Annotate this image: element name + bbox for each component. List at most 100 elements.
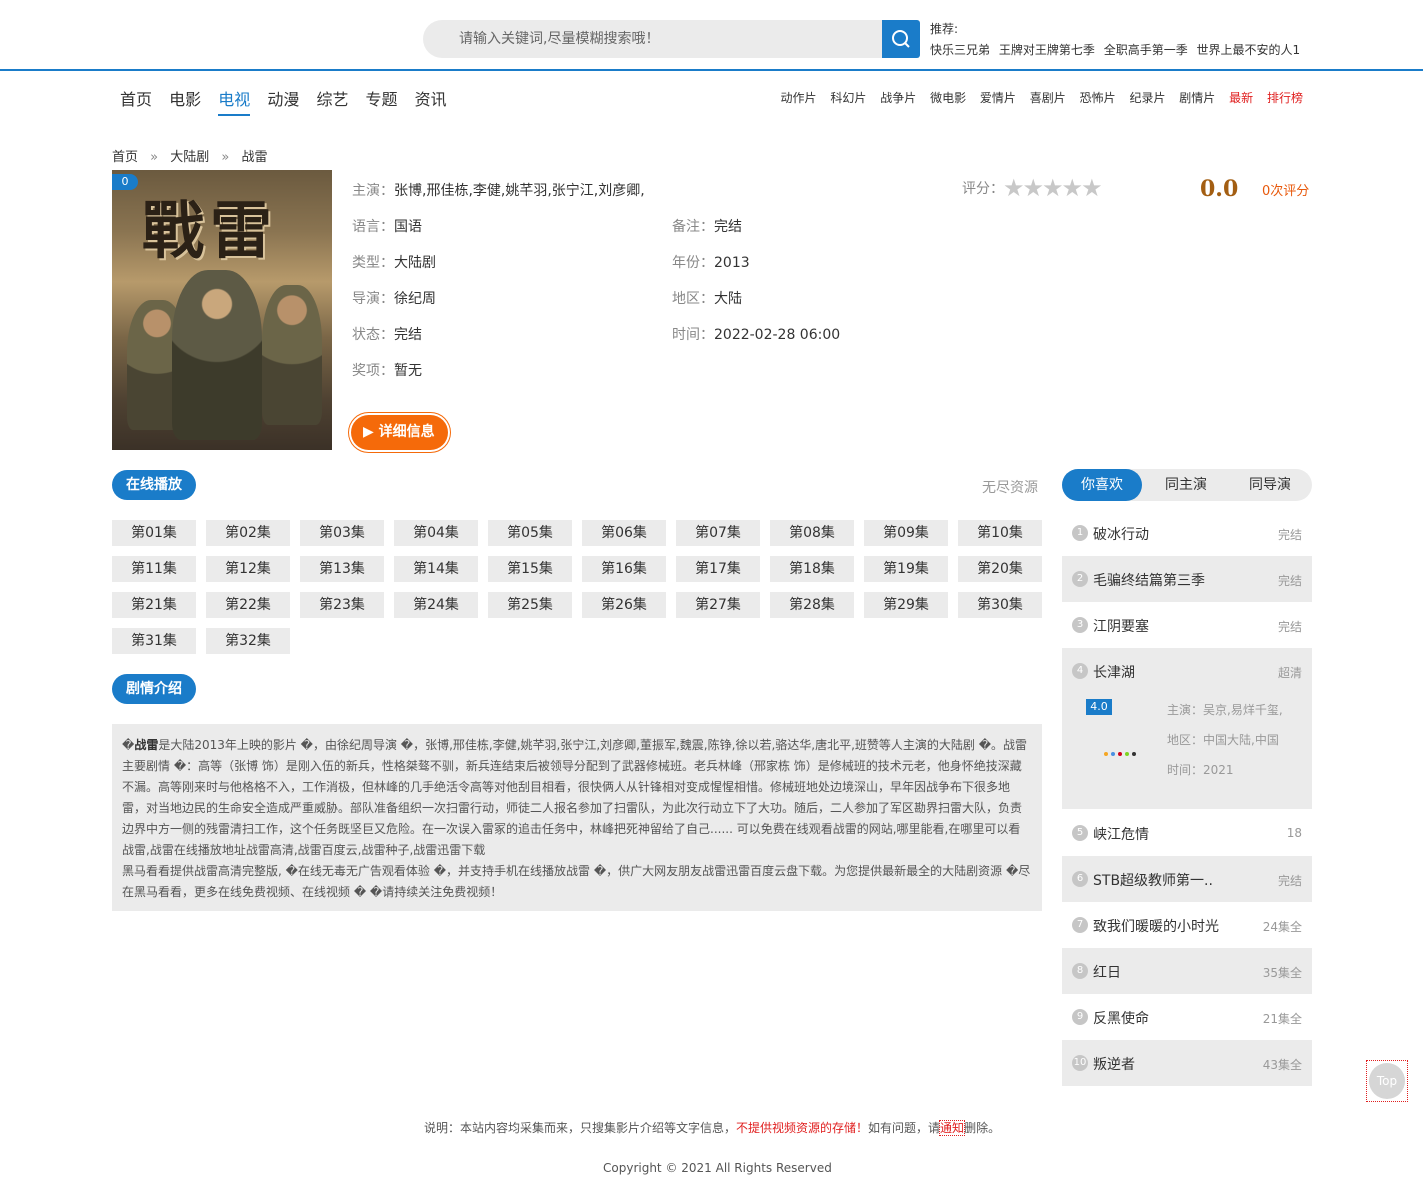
- item-title: 反黑使命: [1093, 1011, 1149, 1027]
- star-icon[interactable]: ★: [1003, 176, 1025, 200]
- star-icon[interactable]: ★: [1062, 176, 1084, 200]
- tab-you-like[interactable]: 你喜欢: [1062, 469, 1142, 501]
- star-icon[interactable]: ★: [1042, 176, 1064, 200]
- info-value: 大陆: [714, 291, 742, 307]
- episode-button[interactable]: 第02集: [206, 520, 290, 546]
- item-status: 18: [1286, 826, 1302, 840]
- star-icon[interactable]: ★: [1023, 176, 1045, 200]
- episode-button[interactable]: 第05集: [488, 520, 572, 546]
- episode-button[interactable]: 第21集: [112, 592, 196, 618]
- episode-button[interactable]: 第28集: [770, 592, 854, 618]
- breadcrumb-separator: »: [150, 150, 159, 165]
- breadcrumb-category[interactable]: 大陆剧: [170, 150, 209, 165]
- sidebar-item[interactable]: 7 致我们暖暖的小时光 24集全: [1062, 902, 1312, 948]
- episode-button[interactable]: 第24集: [394, 592, 478, 618]
- star-icon[interactable]: ★: [1081, 176, 1103, 200]
- rank-number: 2: [1072, 571, 1088, 587]
- featured-area: 地区：中国大陆,中国: [1167, 733, 1279, 747]
- sidebar-item[interactable]: 9 反黑使命 21集全: [1062, 994, 1312, 1040]
- episode-button[interactable]: 第29集: [864, 592, 948, 618]
- recommend-label: 推荐:: [930, 22, 959, 36]
- episode-button[interactable]: 第08集: [770, 520, 854, 546]
- nav-item-movie[interactable]: 电影: [169, 86, 201, 114]
- nav-item-variety[interactable]: 综艺: [316, 86, 348, 114]
- breadcrumb-current[interactable]: 战雷: [242, 150, 268, 165]
- episode-button[interactable]: 第16集: [582, 556, 666, 582]
- sidebar-item[interactable]: 8 红日 35集全: [1062, 948, 1312, 994]
- episode-button[interactable]: 第03集: [300, 520, 384, 546]
- poster-image[interactable]: 戰雷 0: [112, 170, 332, 450]
- episode-button[interactable]: 第15集: [488, 556, 572, 582]
- rank-number: 7: [1072, 917, 1088, 933]
- episode-button[interactable]: 第22集: [206, 592, 290, 618]
- genre-link[interactable]: 纪录片: [1129, 91, 1165, 105]
- sidebar-item[interactable]: 5 峡江危情 18: [1062, 810, 1312, 856]
- copyright: Copyright © 2021 All Rights Reserved: [603, 1161, 832, 1175]
- genre-link[interactable]: 动作片: [781, 91, 817, 105]
- episode-button[interactable]: 第25集: [488, 592, 572, 618]
- genre-link[interactable]: 爱情片: [980, 91, 1016, 105]
- genre-link[interactable]: 喜剧片: [1030, 91, 1066, 105]
- episode-button[interactable]: 第01集: [112, 520, 196, 546]
- genre-link[interactable]: 剧情片: [1179, 91, 1215, 105]
- sidebar-item[interactable]: 10 叛逆者 43集全: [1062, 1040, 1312, 1086]
- episode-button[interactable]: 第10集: [958, 520, 1042, 546]
- episode-button[interactable]: 第23集: [300, 592, 384, 618]
- featured-score-badge: 4.0: [1086, 699, 1112, 715]
- episode-button[interactable]: 第14集: [394, 556, 478, 582]
- sidebar-item[interactable]: 3 江阴要塞 完结: [1062, 602, 1312, 648]
- episode-button[interactable]: 第19集: [864, 556, 948, 582]
- episode-button[interactable]: 第04集: [394, 520, 478, 546]
- episode-button[interactable]: 第27集: [676, 592, 760, 618]
- genre-link[interactable]: 微电影: [930, 91, 966, 105]
- genre-link-latest[interactable]: 最新: [1229, 91, 1253, 105]
- tab-same-director[interactable]: 同导演: [1230, 469, 1310, 501]
- genre-link-ranking[interactable]: 排行榜: [1267, 91, 1303, 105]
- episode-button[interactable]: 第17集: [676, 556, 760, 582]
- nav-item-home[interactable]: 首页: [120, 86, 152, 114]
- detail-info-button[interactable]: ▶ 详细信息: [351, 415, 448, 450]
- genre-link[interactable]: 战争片: [880, 91, 916, 105]
- nav-item-anime[interactable]: 动漫: [267, 86, 299, 114]
- recommend-item[interactable]: 王牌对王牌第七季: [999, 43, 1095, 57]
- episode-button[interactable]: 第07集: [676, 520, 760, 546]
- episode-button[interactable]: 第09集: [864, 520, 948, 546]
- rating-stars[interactable]: ★★★★★: [1003, 176, 1103, 200]
- loading-dots-icon: [1104, 741, 1139, 760]
- genre-link[interactable]: 科幻片: [830, 91, 866, 105]
- recommend-item[interactable]: 世界上最不安的人1: [1197, 43, 1301, 57]
- episode-button[interactable]: 第31集: [112, 628, 196, 654]
- search-input[interactable]: [459, 20, 869, 58]
- rank-number: 10: [1072, 1055, 1088, 1071]
- breadcrumb-separator: »: [221, 150, 230, 165]
- episode-button[interactable]: 第26集: [582, 592, 666, 618]
- notify-link[interactable]: 通知: [939, 1120, 966, 1136]
- episode-button[interactable]: 第13集: [300, 556, 384, 582]
- item-title: 破冰行动: [1093, 527, 1149, 543]
- nav-item-tv[interactable]: 电视: [218, 86, 251, 116]
- sidebar-item[interactable]: 1 破冰行动 完结: [1062, 510, 1312, 556]
- episode-button[interactable]: 第11集: [112, 556, 196, 582]
- episode-button[interactable]: 第30集: [958, 592, 1042, 618]
- episode-button[interactable]: 第20集: [958, 556, 1042, 582]
- recommend-item[interactable]: 全职高手第一季: [1104, 43, 1188, 57]
- episode-button[interactable]: 第12集: [206, 556, 290, 582]
- breadcrumb-home[interactable]: 首页: [112, 150, 138, 165]
- sidebar-item[interactable]: 6 STB超级教师第一.. 完结: [1062, 856, 1312, 902]
- synopsis-lead-title: 战雷: [134, 738, 159, 752]
- nav-item-news[interactable]: 资讯: [415, 86, 447, 114]
- search-button[interactable]: [882, 20, 920, 58]
- episode-button[interactable]: 第18集: [770, 556, 854, 582]
- sidebar-featured-item[interactable]: 4 长津湖 超清 4.0 主演：吴京,易烊千玺, 地区：中国大陆,中国 时间：2…: [1062, 648, 1312, 809]
- episode-button[interactable]: 第32集: [206, 628, 290, 654]
- info-value: 暂无: [394, 363, 422, 379]
- play-source[interactable]: 无尽资源: [982, 477, 1038, 497]
- tab-same-actor[interactable]: 同主演: [1146, 469, 1226, 501]
- info-time: 时间：2022-02-28 06:00: [672, 324, 840, 344]
- back-to-top-button[interactable]: Top: [1366, 1060, 1408, 1102]
- sidebar-item[interactable]: 2 毛骗终结篇第三季 完结: [1062, 556, 1312, 602]
- recommend-item[interactable]: 快乐三兄弟: [930, 43, 990, 57]
- episode-button[interactable]: 第06集: [582, 520, 666, 546]
- nav-item-topic[interactable]: 专题: [366, 86, 398, 114]
- genre-link[interactable]: 恐怖片: [1080, 91, 1116, 105]
